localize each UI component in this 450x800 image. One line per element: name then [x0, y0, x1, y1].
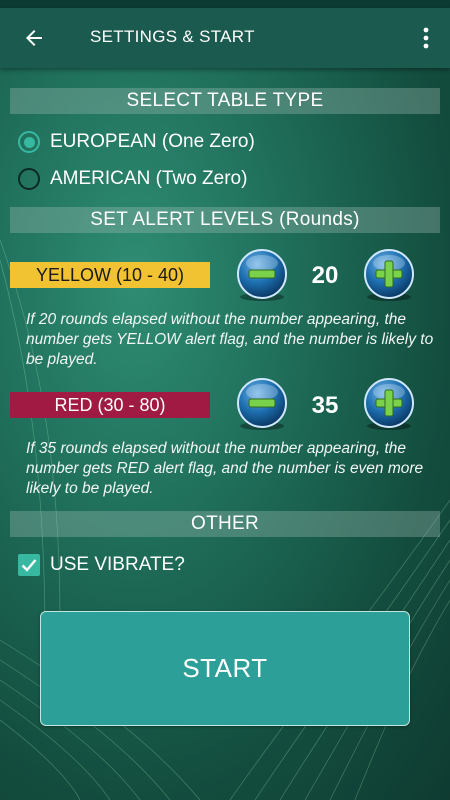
status-bar — [0, 0, 450, 8]
section-header-table-type: SELECT TABLE TYPE — [10, 88, 440, 114]
overflow-menu-button[interactable] — [414, 20, 438, 56]
checkbox-checked-icon — [18, 554, 40, 576]
red-level-tag: RED (30 - 80) — [10, 392, 210, 418]
section-header-alert-levels: SET ALERT LEVELS (Rounds) — [10, 207, 440, 233]
start-button[interactable]: START — [40, 611, 410, 726]
yellow-level-value: 20 — [311, 262, 339, 289]
section-header-other: OTHER — [10, 511, 440, 537]
page-title: SETTINGS & START — [90, 27, 255, 46]
yellow-level-tag: YELLOW (10 - 40) — [10, 262, 210, 288]
vibrate-label: USE VIBRATE? — [50, 554, 185, 575]
app-bar: SETTINGS & START — [0, 8, 450, 68]
more-vert-icon — [423, 27, 429, 49]
radio-checked-icon — [18, 131, 40, 153]
yellow-decrease-button[interactable] — [234, 247, 290, 303]
red-decrease-button[interactable] — [234, 376, 290, 432]
radio-american-label: AMERICAN (Two Zero) — [50, 168, 248, 189]
radio-european-label: EUROPEAN (One Zero) — [50, 131, 255, 152]
radio-american[interactable]: AMERICAN (Two Zero) — [18, 165, 247, 193]
radio-unchecked-icon — [18, 168, 40, 190]
vibrate-checkbox[interactable]: USE VIBRATE? — [18, 552, 185, 578]
red-description: If 35 rounds elapsed without the number … — [26, 440, 424, 497]
yellow-description: If 20 rounds elapsed without the number … — [26, 311, 434, 368]
red-level-value: 35 — [311, 392, 339, 419]
red-increase-button[interactable] — [361, 376, 417, 432]
radio-european[interactable]: EUROPEAN (One Zero) — [18, 128, 255, 156]
yellow-increase-button[interactable] — [361, 247, 417, 303]
arrow-left-icon — [26, 30, 42, 46]
back-button[interactable] — [14, 20, 54, 56]
